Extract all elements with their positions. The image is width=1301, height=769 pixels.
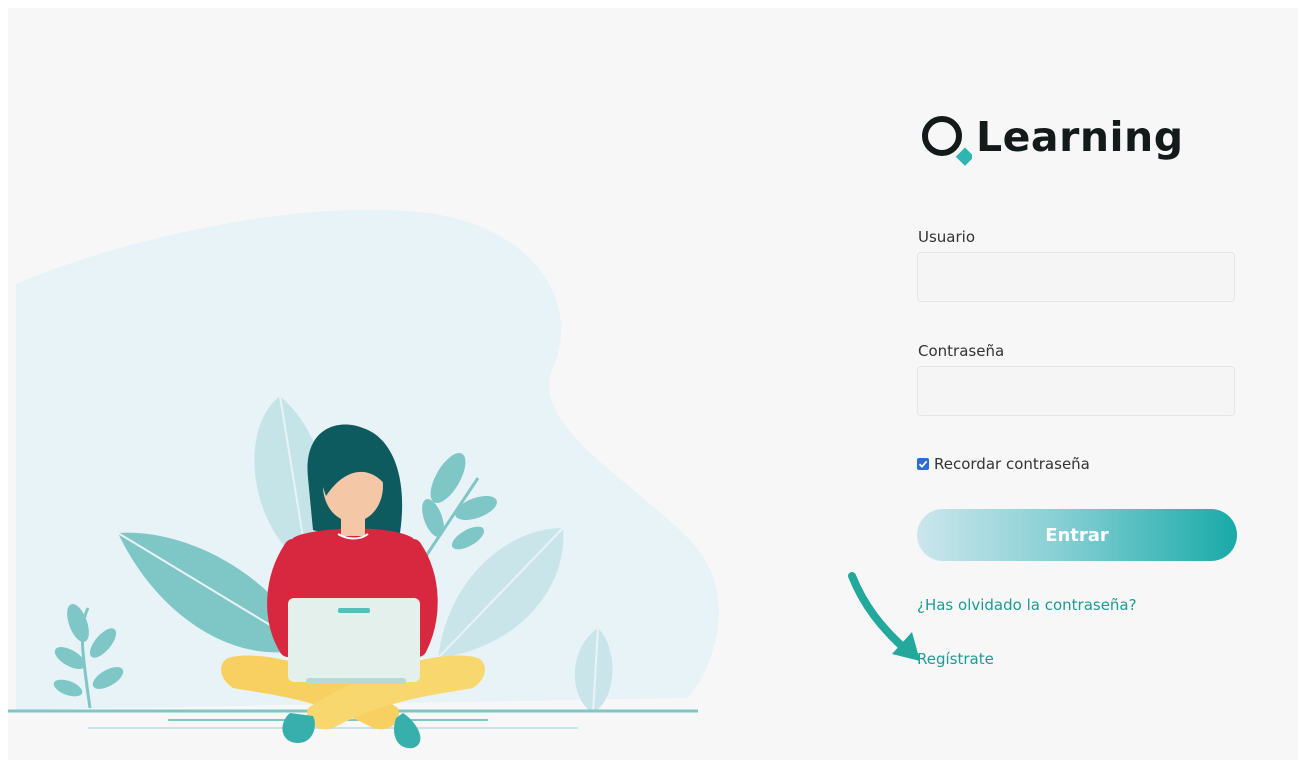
password-input[interactable] bbox=[917, 366, 1235, 416]
login-page: Learning Usuario Contraseña Recordar con… bbox=[8, 8, 1298, 760]
username-input[interactable] bbox=[917, 252, 1235, 302]
check-icon bbox=[918, 460, 928, 468]
forgot-password-link[interactable]: ¿Has olvidado la contraseña? bbox=[917, 596, 1137, 614]
brand-logo: Learning bbox=[918, 104, 1184, 170]
login-button[interactable]: Entrar bbox=[917, 509, 1237, 561]
brand-name: Learning bbox=[976, 113, 1184, 161]
register-link[interactable]: Regístrate bbox=[917, 650, 994, 668]
arrow-down-right-icon bbox=[848, 572, 920, 661]
remember-password-row[interactable]: Recordar contraseña bbox=[917, 455, 1090, 473]
remember-checkbox[interactable] bbox=[917, 458, 929, 470]
password-label: Contraseña bbox=[918, 342, 1005, 360]
username-label: Usuario bbox=[918, 228, 976, 246]
remember-label: Recordar contraseña bbox=[934, 455, 1090, 473]
woman-with-laptop-illustration bbox=[8, 209, 719, 749]
logo-mark-icon bbox=[922, 116, 972, 166]
